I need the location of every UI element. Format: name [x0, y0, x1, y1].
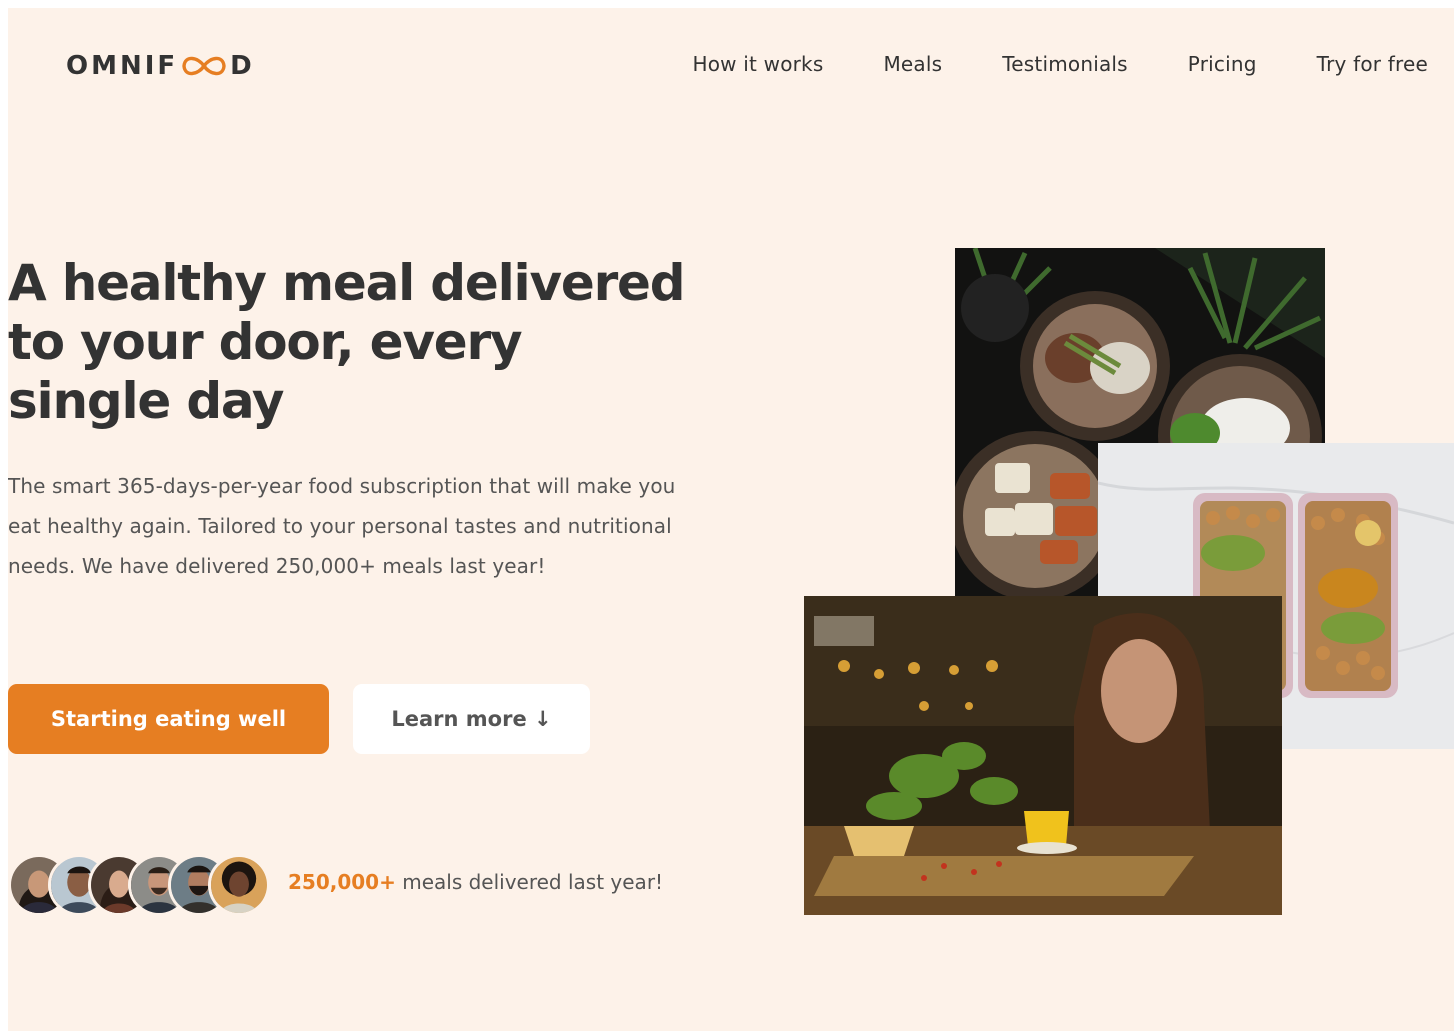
nav-testimonials[interactable]: Testimonials — [1002, 52, 1128, 76]
nav-pricing[interactable]: Pricing — [1188, 52, 1257, 76]
nav-how-it-works[interactable]: How it works — [693, 52, 824, 76]
page: OMNIF D How it works Meals Testimonials … — [8, 8, 1454, 1031]
start-eating-button[interactable]: Starting eating well — [8, 684, 329, 754]
delivered-label: meals delivered last year! — [395, 870, 664, 894]
customer-avatars — [8, 854, 270, 916]
logo[interactable]: OMNIF D — [66, 49, 255, 83]
delivered-count: 250,000+ — [288, 870, 396, 894]
logo-text-right: D — [230, 51, 255, 81]
hero-title: A healthy meal delivered to your door, e… — [8, 254, 686, 430]
main-nav: How it works Meals Testimonials Pricing … — [693, 52, 1429, 76]
infinity-logo-icon — [179, 51, 229, 81]
woman-eating-image — [804, 596, 1282, 915]
hero-description: The smart 365-days-per-year food subscri… — [8, 474, 676, 578]
logo-text-left: OMNIF — [66, 51, 179, 81]
learn-more-button[interactable]: Learn more ↓ — [353, 684, 590, 754]
delivered-meals-text: 250,000+ meals delivered last year! — [288, 870, 663, 894]
avatar — [208, 854, 270, 916]
nav-meals[interactable]: Meals — [883, 52, 942, 76]
nav-try-for-free[interactable]: Try for free — [1317, 52, 1428, 76]
